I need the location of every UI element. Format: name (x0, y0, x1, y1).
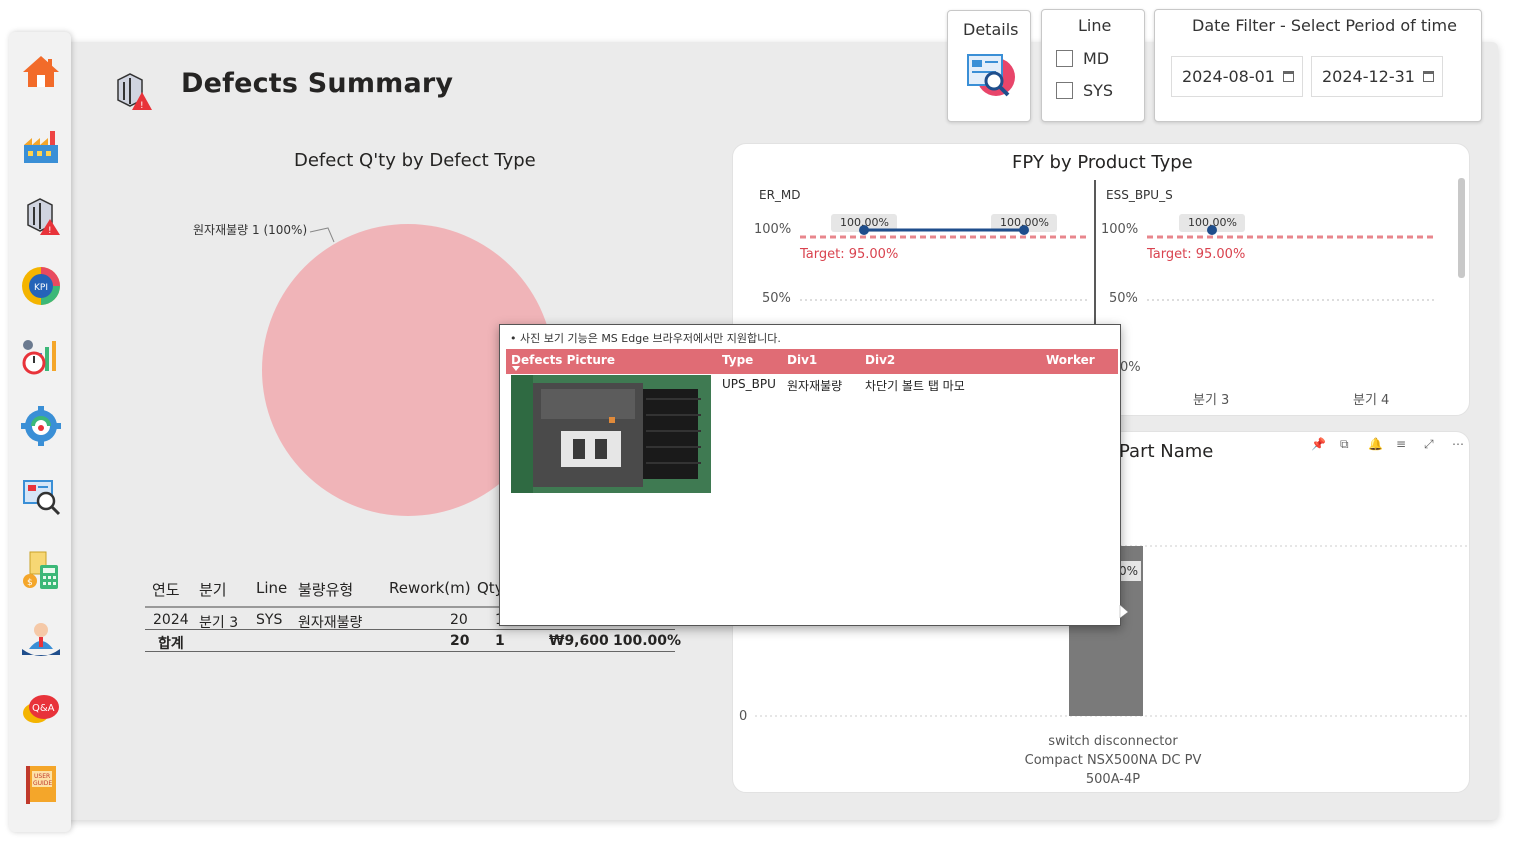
table-total-rework: 20 (450, 633, 470, 649)
defects-title-icon: ! (112, 70, 154, 112)
focus-mode-icon[interactable]: ⤢ (1424, 437, 1438, 451)
popup-cell-type: UPS_BPU (722, 377, 776, 391)
dashboard-canvas: ! KPI $ Q&A USERGUIDE ! Defects Summary (0, 0, 1523, 842)
table-total-pct: 100.00% (613, 633, 682, 649)
pie-leader-line (309, 227, 335, 243)
user-guide-icon[interactable]: USER GUIDE (19, 762, 63, 806)
settings-gear-icon[interactable] (19, 404, 63, 448)
x-label-line: Compact NSX500NA DC PV (1024, 753, 1202, 768)
table-cell: 2024 (153, 612, 189, 628)
line-filter: Line MD SYS (1041, 9, 1145, 122)
defect-photo (511, 375, 711, 493)
x-axis-label: switch disconnector Compact NSX500NA DC … (973, 732, 1253, 789)
target-label: Target: 95.00% (800, 247, 899, 262)
start-date-input[interactable]: 2024-08-01 (1171, 56, 1303, 97)
sort-arrow-icon[interactable] (512, 366, 520, 371)
point-label: 100.00% (1188, 216, 1237, 229)
kpi-icon[interactable]: KPI (19, 264, 63, 308)
date-filter: Date Filter - Select Period of time 2024… (1154, 9, 1482, 122)
point-label: 100.00% (1000, 216, 1049, 229)
popup-header-cell[interactable]: Div2 (865, 353, 895, 367)
table-header[interactable]: 불량유형 (298, 579, 353, 600)
table-header[interactable]: 연도 (152, 579, 180, 600)
calendar-icon[interactable] (1423, 71, 1434, 82)
bell-icon[interactable]: 🔔 (1368, 437, 1383, 451)
svg-text:!: ! (140, 101, 144, 111)
end-date-input[interactable]: 2024-12-31 (1311, 56, 1443, 97)
start-date-value: 2024-08-01 (1182, 67, 1275, 86)
filter-icon[interactable]: ≡ (1396, 437, 1410, 451)
line-option-label: MD (1083, 49, 1110, 68)
cost-calculator-icon[interactable]: $ (19, 548, 63, 592)
date-filter-title: Date Filter - Select Period of time (1192, 16, 1457, 35)
svg-text:$: $ (27, 578, 33, 588)
popup-cell-div1: 원자재불량 (787, 379, 843, 393)
page-title: Defects Summary (181, 68, 454, 99)
checkbox[interactable] (1056, 82, 1073, 99)
scrollbar[interactable] (1458, 178, 1465, 278)
svg-text:KPI: KPI (34, 283, 48, 293)
popup-header-cell[interactable]: Defects Picture (511, 353, 615, 367)
table-cell: 20 (450, 612, 468, 628)
line-option-label: SYS (1083, 81, 1114, 100)
table-total-cost: ₩9,600 (549, 633, 609, 649)
table-header[interactable]: Line (256, 579, 287, 597)
mouse-cursor-icon (1119, 604, 1129, 619)
table-cell: SYS (256, 612, 283, 628)
calendar-icon[interactable] (1283, 71, 1294, 82)
details-report-icon (966, 51, 1016, 99)
details-label: Details (963, 20, 1019, 39)
popup-note: • 사진 보기 기능은 MS Edge 브라우저에서만 지원합니다. (510, 332, 781, 345)
x-label-line: 500A-4P (1085, 772, 1141, 787)
performance-chart-icon[interactable] (19, 334, 63, 378)
qna-icon[interactable]: Q&A (19, 688, 63, 732)
x-label-line: switch disconnector (1048, 734, 1178, 749)
more-options-icon[interactable]: ⋯ (1452, 437, 1466, 451)
pie-data-label: 원자재불량 1 (100%) (193, 223, 308, 237)
pin-icon[interactable]: 📌 (1311, 437, 1326, 451)
svg-text:!: ! (48, 226, 52, 236)
defects-icon[interactable]: ! (19, 194, 63, 238)
popup-header-cell[interactable]: Worker (1046, 353, 1095, 367)
table-divider (145, 651, 675, 652)
table-header[interactable]: Rework(m) (389, 579, 471, 597)
pie-chart-title: Defect Q'ty by Defect Type (294, 150, 536, 171)
details-button[interactable]: Details (947, 10, 1031, 122)
factory-icon[interactable] (19, 124, 63, 168)
popup-header-cell[interactable]: Div1 (787, 353, 817, 367)
sidebar: ! KPI $ Q&A USER GUIDE (9, 32, 71, 832)
point-label: 100.00% (840, 216, 889, 229)
y-tick: 0 (739, 709, 748, 724)
svg-text:GUIDE: GUIDE (33, 780, 52, 787)
popup-header-cell[interactable]: Type (722, 353, 753, 367)
table-divider (145, 629, 675, 630)
popup-table-header: Defects Picture Type Div1 Div2 Worker (506, 349, 1118, 374)
checkbox[interactable] (1056, 50, 1073, 67)
svg-text:Q&A: Q&A (32, 703, 55, 714)
bar-label: 0% (1119, 564, 1139, 578)
defect-picture-popup: • 사진 보기 기능은 MS Edge 브라우저에서만 지원합니다. Defec… (499, 324, 1121, 626)
copy-icon[interactable]: ⧉ (1340, 437, 1354, 451)
end-date-value: 2024-12-31 (1322, 67, 1415, 86)
svg-text:USER: USER (34, 773, 50, 780)
support-person-icon[interactable] (19, 618, 63, 662)
home-icon[interactable] (19, 50, 63, 94)
line-filter-title: Line (1078, 16, 1112, 35)
table-header[interactable]: 분기 (199, 579, 227, 600)
search-report-icon[interactable] (19, 474, 63, 518)
table-total-label: 합계 (158, 636, 184, 652)
popup-cell-div2: 차단기 볼트 탭 마모 (865, 379, 965, 393)
target-label: Target: 95.00% (1147, 247, 1246, 262)
line-option-md[interactable]: MD (1056, 49, 1109, 68)
line-option-sys[interactable]: SYS (1056, 81, 1113, 100)
table-total-qty: 1 (495, 633, 505, 649)
